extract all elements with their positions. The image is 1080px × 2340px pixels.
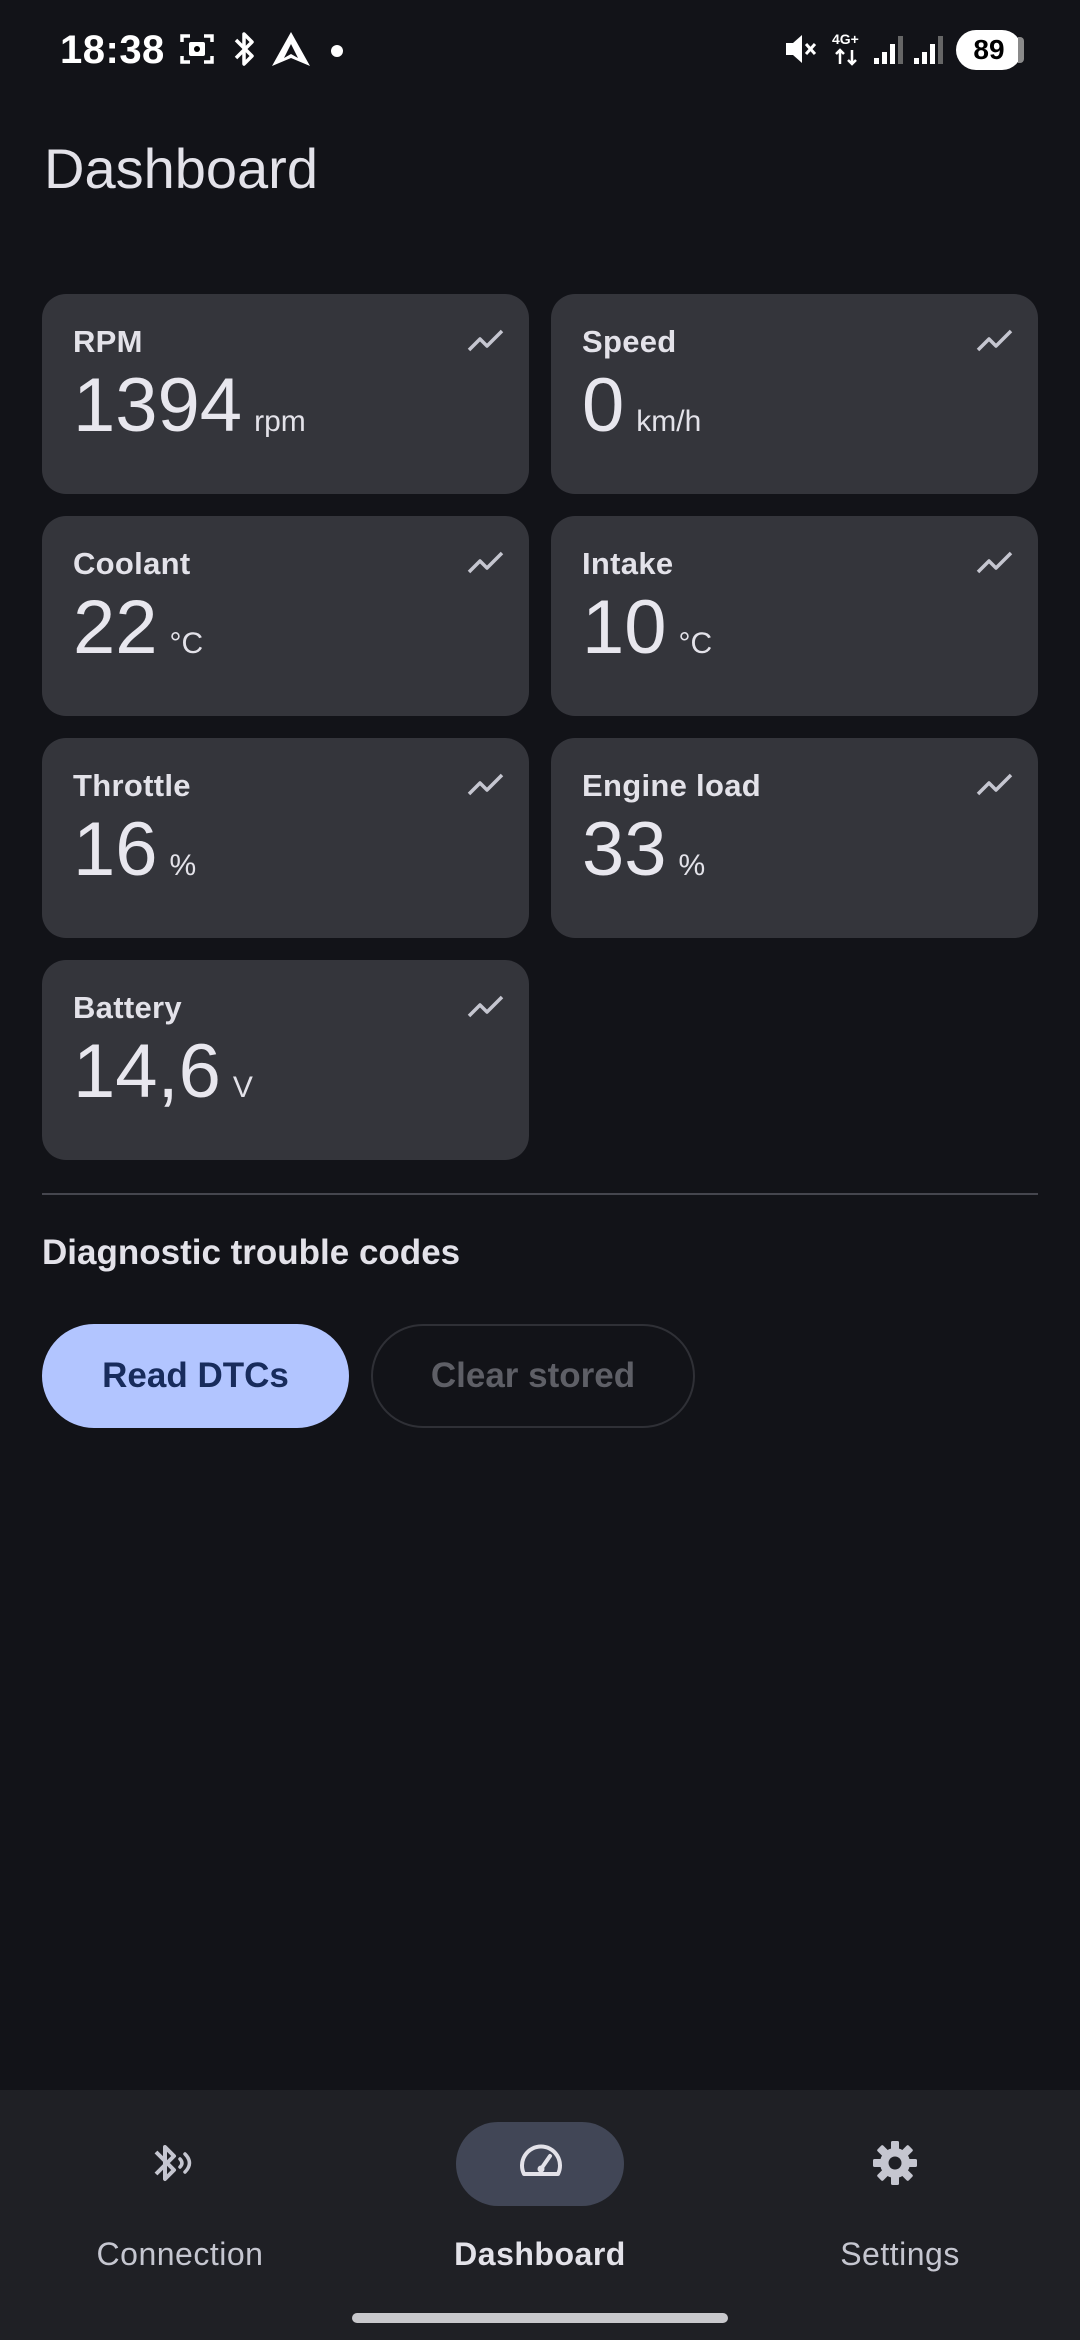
metric-value: 16: [73, 807, 158, 892]
dtc-section-title: Diagnostic trouble codes: [42, 1233, 461, 1272]
metric-card-throttle: Throttle 16 %: [42, 738, 529, 938]
nav-item-connection[interactable]: Connection: [0, 2090, 360, 2340]
metric-value: 33: [582, 807, 667, 892]
metric-unit: km/h: [636, 405, 702, 438]
metric-card-battery: Battery 14,6 V: [42, 960, 529, 1160]
trend-chart-icon[interactable]: [972, 762, 1018, 808]
metric-unit: %: [169, 849, 197, 882]
dot-icon: [331, 45, 343, 57]
gear-icon: [873, 2141, 917, 2185]
signal-icon: [874, 36, 903, 64]
speedometer-icon: [520, 2144, 562, 2176]
metric-label: Coolant: [73, 546, 191, 581]
trend-chart-icon[interactable]: [463, 762, 509, 808]
bottom-navigation: Connection Dashboard Settings: [0, 2090, 1080, 2340]
trend-chart-icon[interactable]: [463, 540, 509, 586]
read-dtcs-button[interactable]: Read DTCs: [42, 1324, 349, 1428]
nav-item-settings[interactable]: Settings: [720, 2090, 1080, 2340]
trend-chart-icon[interactable]: [463, 318, 509, 364]
bluetooth-searching-icon: [154, 2145, 192, 2181]
home-indicator[interactable]: [352, 2313, 728, 2323]
metric-card-engine-load: Engine load 33 %: [551, 738, 1038, 938]
trend-chart-icon[interactable]: [463, 984, 509, 1030]
metric-unit: °C: [678, 627, 713, 660]
bluetooth-icon: [234, 32, 254, 66]
metric-label: Throttle: [73, 768, 191, 803]
metric-value: 10: [582, 585, 667, 670]
metric-unit: rpm: [254, 405, 306, 438]
status-bar: 18:38 4G+ 89: [0, 0, 1080, 100]
signal-icon: [914, 36, 943, 64]
metric-label: Battery: [73, 990, 182, 1025]
metric-unit: V: [232, 1071, 253, 1104]
metric-value: 0: [582, 363, 625, 448]
screenshot-icon: [180, 34, 214, 64]
metric-label: Intake: [582, 546, 674, 581]
4g-icon: 4G+: [832, 31, 859, 66]
nav-label: Dashboard: [454, 2236, 626, 2272]
status-time: 18:38: [60, 28, 165, 72]
trend-chart-icon[interactable]: [972, 540, 1018, 586]
android-auto-icon: [272, 32, 310, 66]
metric-value: 1394: [73, 363, 243, 448]
metric-label: RPM: [73, 324, 143, 359]
metric-unit: °C: [169, 627, 204, 660]
metric-label: Engine load: [582, 768, 761, 803]
metric-value: 14,6: [73, 1029, 221, 1114]
battery-nub: [1018, 37, 1024, 63]
nav-item-dashboard[interactable]: Dashboard: [360, 2090, 720, 2340]
mute-icon: [786, 35, 817, 63]
metric-card-coolant: Coolant 22 °C: [42, 516, 529, 716]
metric-value: 22: [73, 585, 158, 670]
page-title: Dashboard: [44, 137, 318, 200]
section-divider: [42, 1193, 1038, 1195]
clear-stored-button[interactable]: Clear stored: [371, 1324, 695, 1428]
svg-text:4G+: 4G+: [832, 31, 859, 47]
battery-indicator: 89: [956, 30, 1022, 70]
metric-label: Speed: [582, 324, 677, 359]
metric-unit: %: [678, 849, 706, 882]
trend-chart-icon[interactable]: [972, 318, 1018, 364]
metric-card-intake: Intake 10 °C: [551, 516, 1038, 716]
metric-card-speed: Speed 0 km/h: [551, 294, 1038, 494]
screen: 18:38 4G+ 89 Dashboard RPM 1394 rpm Spee…: [0, 0, 1080, 2340]
metric-card-rpm: RPM 1394 rpm: [42, 294, 529, 494]
nav-label: Settings: [840, 2236, 960, 2272]
nav-label: Connection: [96, 2236, 264, 2272]
